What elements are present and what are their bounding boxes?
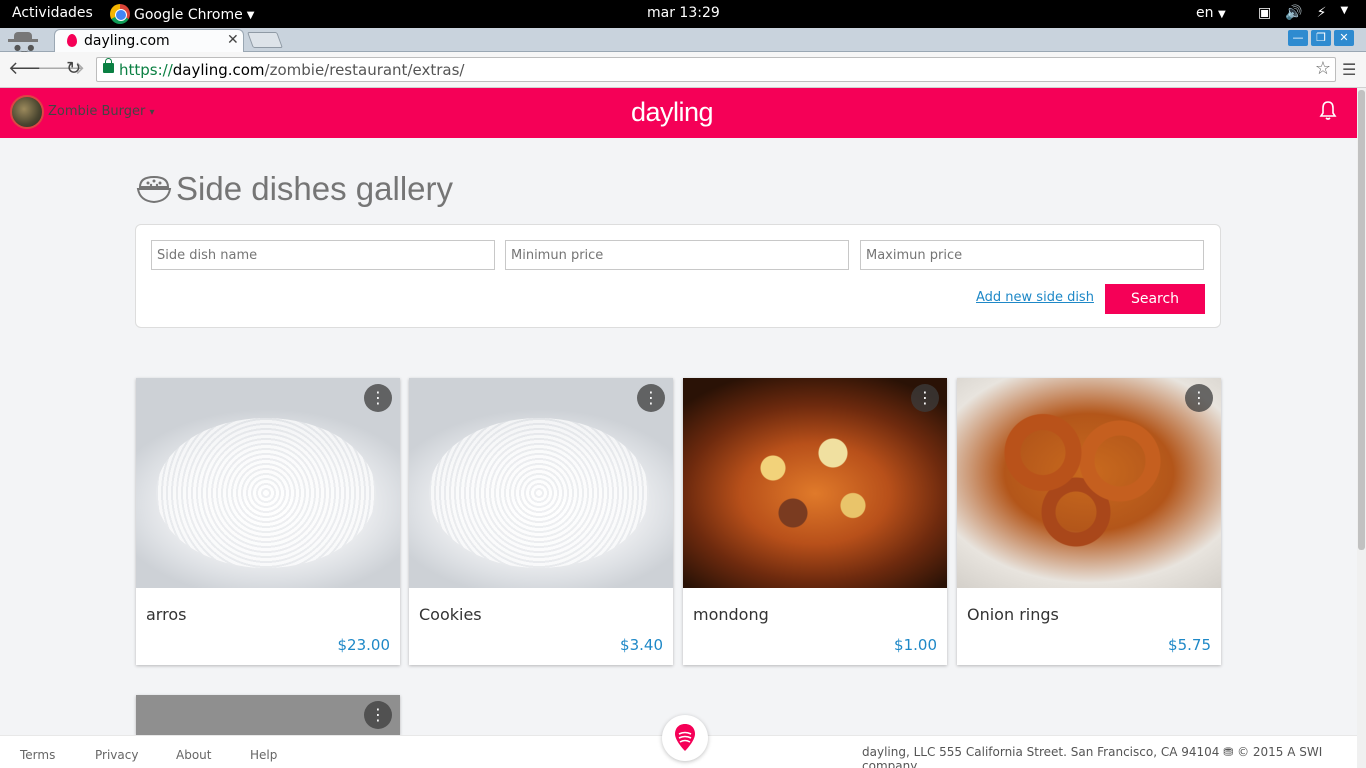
side-dish-photo: [957, 378, 1221, 588]
side-dish-price: $1.00: [894, 636, 937, 654]
app-menu[interactable]: Google Chrome ▼: [110, 4, 255, 25]
account-name: Zombie Burger: [48, 104, 146, 119]
add-side-dish-link[interactable]: Add new side dish: [976, 290, 1094, 305]
battery-icon: ⚡: [1316, 5, 1327, 21]
more-options-icon[interactable]: ⋮: [364, 384, 392, 412]
tab-strip: ●‿● dayling.com ✕ — ❐ ✕: [0, 28, 1366, 52]
side-dish-card[interactable]: ⋮ Onion rings $5.75: [957, 378, 1221, 665]
caret-down-icon: ▾: [149, 107, 155, 118]
page-scrollbar[interactable]: [1357, 88, 1366, 768]
language-label: en: [1196, 5, 1214, 21]
chrome-menu-icon[interactable]: ☰: [1342, 60, 1356, 79]
terms-link[interactable]: Terms: [20, 748, 55, 762]
dayling-marker-icon: [675, 724, 695, 751]
lock-icon: [103, 58, 114, 73]
more-options-icon[interactable]: ⋮: [364, 701, 392, 729]
account-menu[interactable]: Zombie Burger ▾: [48, 104, 155, 119]
app-header: Zombie Burger ▾ dayling: [0, 88, 1357, 138]
side-dish-price: $3.40: [620, 636, 663, 654]
side-dish-photo: [683, 378, 947, 588]
dayling-fab-button[interactable]: [662, 715, 708, 761]
bookmark-star-icon[interactable]: ☆: [1315, 58, 1331, 79]
chrome-icon: [110, 4, 130, 24]
tab-title: dayling.com: [84, 33, 170, 49]
side-dish-bowl-icon: [136, 175, 172, 204]
bell-icon[interactable]: [1318, 100, 1338, 122]
minimize-button[interactable]: —: [1288, 30, 1308, 46]
minimum-price-input[interactable]: [505, 240, 849, 270]
side-dish-name: Onion rings: [967, 605, 1059, 624]
side-dish-price: $23.00: [337, 636, 391, 654]
about-link[interactable]: About: [176, 748, 211, 762]
activities-button[interactable]: Actividades: [12, 5, 93, 21]
privacy-link[interactable]: Privacy: [95, 748, 138, 762]
side-dish-name: arros: [146, 605, 187, 624]
url-text: https://dayling.com/zombie/restaurant/ex…: [119, 61, 465, 79]
close-window-button[interactable]: ✕: [1334, 30, 1354, 46]
page-title: Side dishes gallery: [176, 170, 453, 207]
help-link[interactable]: Help: [250, 748, 277, 762]
side-dish-name: mondong: [693, 605, 769, 624]
reload-icon[interactable]: ↻: [66, 58, 81, 79]
search-button[interactable]: Search: [1105, 284, 1205, 314]
side-dish-photo: [136, 695, 400, 735]
side-dish-photo: [136, 378, 400, 588]
browser-tab[interactable]: dayling.com ✕: [54, 29, 244, 52]
side-dish-photo: [409, 378, 673, 588]
side-dish-price: $5.75: [1168, 636, 1211, 654]
dayling-favicon-icon: [67, 34, 77, 47]
more-options-icon[interactable]: ⋮: [637, 384, 665, 412]
side-dish-card[interactable]: ⋮: [136, 695, 400, 735]
maximum-price-input[interactable]: [860, 240, 1204, 270]
side-dish-name: Cookies: [419, 605, 482, 624]
clock[interactable]: mar 13:29: [647, 5, 720, 21]
incognito-icon: ●‿●: [6, 30, 40, 52]
dayling-logo[interactable]: dayling: [631, 97, 714, 128]
more-options-icon[interactable]: ⋮: [911, 384, 939, 412]
address-bar[interactable]: https://dayling.com/zombie/restaurant/ex…: [96, 57, 1336, 82]
side-dish-name-input[interactable]: [151, 240, 495, 270]
system-top-bar: Actividades Google Chrome ▼ mar 13:29 en…: [0, 0, 1366, 28]
app-menu-label: Google Chrome: [134, 7, 243, 23]
caret-down-icon: ▼: [1217, 9, 1226, 20]
side-dish-card[interactable]: ⋮ Cookies $3.40: [409, 378, 673, 665]
window-controls: — ❐ ✕: [1288, 30, 1354, 46]
avatar[interactable]: [10, 95, 44, 129]
more-options-icon[interactable]: ⋮: [1185, 384, 1213, 412]
search-panel: Add new side dish Search: [135, 224, 1221, 328]
caret-down-icon: ▼: [246, 9, 255, 21]
side-dish-card[interactable]: ⋮ arros $23.00: [136, 378, 400, 665]
language-menu[interactable]: en ▼: [1196, 5, 1226, 21]
maximize-button[interactable]: ❐: [1311, 30, 1331, 46]
caret-down-icon: ▼: [1340, 5, 1349, 16]
browser-toolbar: 🡐 🡒 ↻ https://dayling.com/zombie/restaur…: [0, 52, 1366, 88]
company-info: dayling, LLC 555 California Street. San …: [862, 745, 1323, 768]
side-dish-card[interactable]: ⋮ mondong $1.00: [683, 378, 947, 665]
page-header: Side dishes gallery: [136, 170, 453, 208]
new-tab-button[interactable]: [247, 32, 283, 48]
close-tab-icon[interactable]: ✕: [227, 32, 239, 48]
system-tray[interactable]: ▣ 🔊 ⚡ ▼: [1258, 5, 1348, 21]
window-icon: ▣: [1258, 5, 1272, 21]
volume-icon: 🔊: [1285, 5, 1303, 21]
